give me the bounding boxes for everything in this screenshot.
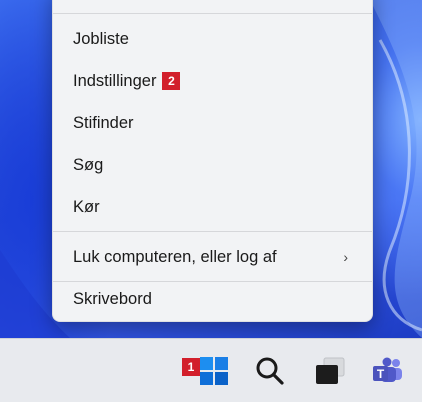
search-icon xyxy=(256,357,284,385)
menu-item-label: Jobliste xyxy=(73,29,129,48)
menu-item-label: Stifinder xyxy=(73,113,134,132)
chevron-right-icon: › xyxy=(343,249,348,265)
menu-item-desktop[interactable]: Skrivebord xyxy=(53,279,372,319)
menu-item-label: Kør xyxy=(73,197,100,216)
windows-start-icon xyxy=(200,356,228,385)
menu-divider xyxy=(53,13,372,14)
menu-item-label: Luk computeren, eller log af xyxy=(73,247,277,266)
menu-item-hidden-top xyxy=(53,1,372,11)
task-view-button[interactable] xyxy=(306,339,354,402)
menu-item-run[interactable]: Kør xyxy=(53,187,372,227)
menu-item-label: Skrivebord xyxy=(73,289,152,308)
menu-item-label: Søg xyxy=(73,155,104,174)
start-button[interactable]: 1 xyxy=(178,339,230,402)
menu-item-file-explorer[interactable]: Stifinder xyxy=(53,103,372,143)
svg-text:T: T xyxy=(377,367,385,381)
teams-icon: T xyxy=(373,357,402,382)
menu-item-search[interactable]: Søg xyxy=(53,145,372,185)
start-context-menu: Jobliste Indstillinger 2 Stifinder Søg K… xyxy=(52,0,373,322)
step-badge: 2 xyxy=(162,72,181,90)
menu-divider xyxy=(53,231,372,232)
teams-button[interactable]: T xyxy=(362,339,414,402)
step-badge: 1 xyxy=(182,358,200,376)
menu-item-task-manager[interactable]: Jobliste xyxy=(53,19,372,59)
taskbar: 1 T xyxy=(0,338,422,402)
menu-item-label: Indstillinger xyxy=(73,71,157,90)
menu-item-shutdown[interactable]: Luk computeren, eller log af › xyxy=(53,237,372,277)
menu-item-settings[interactable]: Indstillinger 2 xyxy=(53,61,372,101)
task-view-icon xyxy=(316,357,345,384)
search-button[interactable] xyxy=(246,339,294,402)
